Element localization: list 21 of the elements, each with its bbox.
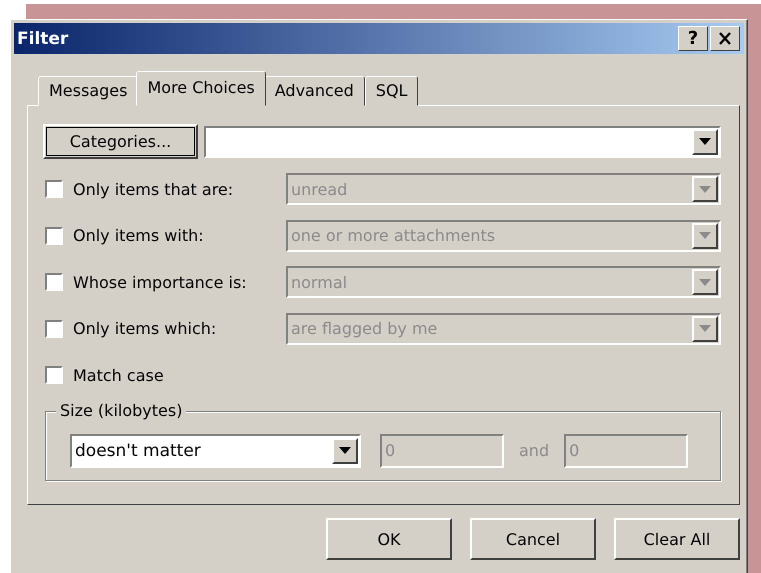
checkbox-label: Only items which:: [73, 319, 218, 338]
dialog-button[interactable]: OK: [326, 518, 452, 560]
dialog-button[interactable]: Cancel: [470, 518, 596, 560]
tab[interactable]: More Choices: [136, 71, 266, 106]
checkbox[interactable]: [45, 366, 63, 384]
checkbox-label: Whose importance is:: [73, 272, 248, 292]
checkbox-label: Only items that are:: [73, 180, 234, 199]
field-label: and: [519, 441, 550, 460]
tab[interactable]: Messages: [38, 76, 138, 106]
checkbox-label: Match case: [73, 366, 165, 385]
tab[interactable]: SQL: [364, 76, 418, 106]
tab[interactable]: Advanced: [264, 76, 365, 106]
checkbox-label: Only items with:: [73, 226, 205, 246]
close-icon: [718, 32, 732, 45]
window-title: Filter: [17, 28, 70, 48]
close-button[interactable]: [710, 26, 740, 51]
categories-dropdown[interactable]: [204, 126, 721, 158]
group-legend: Size (kilobytes): [56, 400, 186, 420]
dialog-button[interactable]: Clear All: [614, 518, 740, 560]
help-button[interactable]: ?: [678, 26, 708, 51]
categories-button[interactable]: Categories...: [43, 124, 198, 159]
